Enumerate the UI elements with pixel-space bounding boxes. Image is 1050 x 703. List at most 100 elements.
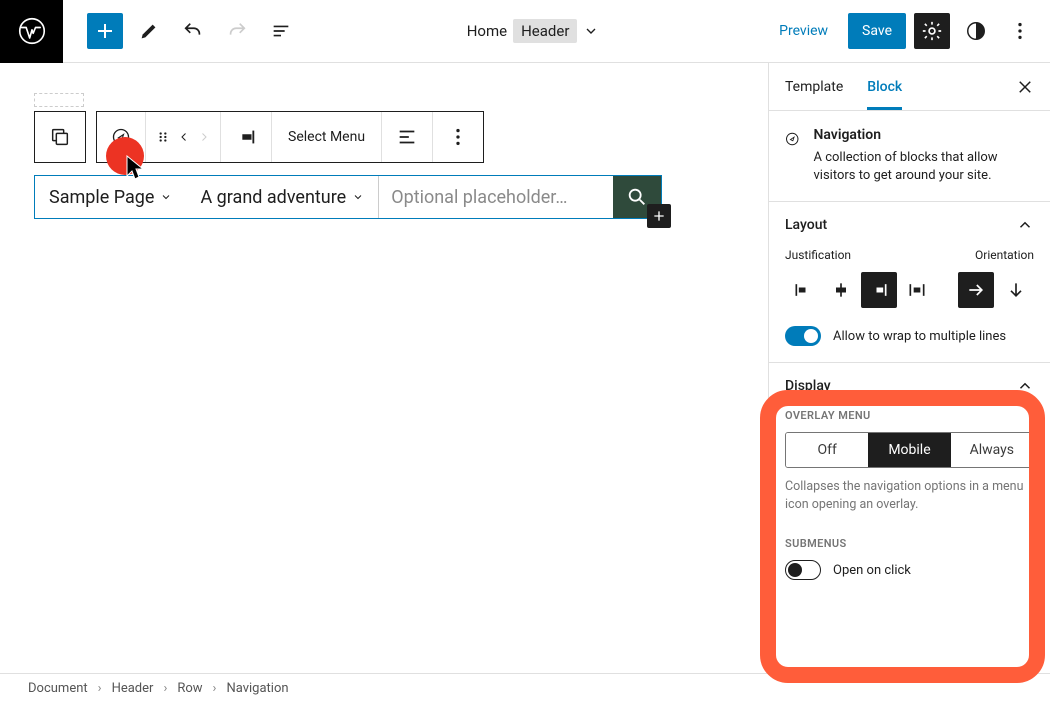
justification-label: Justification bbox=[785, 248, 851, 262]
open-on-click-toggle[interactable] bbox=[785, 560, 821, 580]
save-button[interactable]: Save bbox=[848, 13, 906, 49]
nav-search-button[interactable] bbox=[613, 176, 661, 218]
chevron-down-icon bbox=[352, 191, 364, 203]
styles-button[interactable] bbox=[958, 13, 994, 49]
add-nav-item-button[interactable] bbox=[647, 204, 671, 228]
panel-display-header[interactable]: Display bbox=[769, 363, 1050, 409]
open-on-click-label: Open on click bbox=[833, 563, 911, 578]
cursor-icon bbox=[126, 155, 146, 181]
add-block-button[interactable] bbox=[87, 13, 123, 49]
justify-space-button[interactable] bbox=[899, 272, 935, 308]
nav-item-label: A grand adventure bbox=[200, 187, 346, 208]
settings-button[interactable] bbox=[914, 13, 950, 49]
crumb-row[interactable]: Row bbox=[177, 681, 202, 696]
doc-title-home: Home bbox=[467, 22, 507, 40]
nav-item-label: Sample Page bbox=[49, 187, 154, 208]
chevron-up-icon bbox=[1016, 216, 1034, 234]
justify-icon bbox=[396, 126, 418, 148]
close-sidebar-button[interactable] bbox=[1016, 78, 1034, 96]
top-left-tools bbox=[63, 13, 299, 49]
block-mover[interactable] bbox=[146, 112, 221, 162]
orientation-vertical-button[interactable] bbox=[998, 272, 1034, 308]
tab-block[interactable]: Block bbox=[867, 63, 902, 110]
edit-mode-button[interactable] bbox=[131, 13, 167, 49]
navigation-block[interactable]: Sample Page A grand adventure Optional p… bbox=[34, 175, 662, 219]
select-menu-label: Select Menu bbox=[288, 129, 365, 145]
align-button[interactable] bbox=[221, 112, 272, 162]
panel-layout: Layout Justification Orientation bbox=[769, 201, 1050, 362]
select-menu-button[interactable]: Select Menu bbox=[272, 112, 382, 162]
undo-icon bbox=[182, 20, 204, 42]
top-right-tools: Preview Save bbox=[767, 13, 1050, 49]
wp-logo[interactable] bbox=[0, 0, 63, 63]
overlay-off-button[interactable]: Off bbox=[786, 433, 868, 467]
panel-display: Display OVERLAY MENU Off Mobile Always C… bbox=[769, 362, 1050, 596]
nav-search-input[interactable]: Optional placeholder… bbox=[378, 176, 613, 218]
crumb-document[interactable]: Document bbox=[28, 681, 88, 696]
compass-icon bbox=[785, 127, 799, 151]
doc-title-area: Header bbox=[513, 19, 577, 43]
overlay-menu-control: Off Mobile Always bbox=[785, 432, 1034, 468]
top-bar: Home Header Preview Save bbox=[0, 0, 1050, 63]
justify-center-button[interactable] bbox=[823, 272, 859, 308]
justify-left-icon bbox=[793, 280, 813, 300]
overlay-mobile-button[interactable]: Mobile bbox=[868, 433, 950, 467]
justify-space-icon bbox=[907, 280, 927, 300]
redo-icon bbox=[226, 20, 248, 42]
chevron-up-icon bbox=[1016, 377, 1034, 395]
orientation-label: Orientation bbox=[975, 248, 1034, 262]
justify-left-button[interactable] bbox=[785, 272, 821, 308]
chevron-left-icon bbox=[178, 131, 190, 143]
nav-item-adventure[interactable]: A grand adventure bbox=[186, 176, 378, 218]
chevron-right-icon bbox=[198, 131, 210, 143]
crumb-navigation[interactable]: Navigation bbox=[226, 681, 288, 696]
contrast-icon bbox=[965, 20, 987, 42]
overlay-always-button[interactable]: Always bbox=[951, 433, 1033, 467]
panel-layout-header[interactable]: Layout bbox=[769, 202, 1050, 248]
block-desc: A collection of blocks that allow visito… bbox=[813, 149, 1034, 185]
block-options-button[interactable] bbox=[433, 112, 483, 162]
overlay-help-text: Collapses the navigation options in a me… bbox=[785, 478, 1034, 513]
copy-icon bbox=[49, 126, 71, 148]
panel-title: Display bbox=[785, 378, 831, 394]
submenus-label: SUBMENUS bbox=[785, 537, 1034, 550]
plus-icon bbox=[93, 19, 117, 43]
breadcrumb: Document› Header› Row› Navigation bbox=[0, 673, 1050, 703]
align-right-icon bbox=[235, 126, 257, 148]
close-icon bbox=[1016, 78, 1034, 96]
justify-center-icon bbox=[831, 280, 851, 300]
chevron-down-icon bbox=[583, 23, 599, 39]
sidebar-tabs: Template Block bbox=[769, 63, 1050, 111]
plus-icon bbox=[651, 208, 667, 224]
wordpress-icon bbox=[18, 17, 46, 45]
parent-block-button[interactable] bbox=[35, 112, 85, 162]
gear-icon bbox=[921, 20, 943, 42]
settings-sidebar: Template Block Navigation A collection o… bbox=[768, 63, 1050, 673]
undo-button[interactable] bbox=[175, 13, 211, 49]
list-view-button[interactable] bbox=[263, 13, 299, 49]
nav-item-sample-page[interactable]: Sample Page bbox=[35, 176, 186, 218]
crumb-header[interactable]: Header bbox=[112, 681, 154, 696]
arrow-down-icon bbox=[1006, 280, 1026, 300]
block-title: Navigation bbox=[813, 127, 1034, 143]
list-view-icon bbox=[270, 20, 292, 42]
wrap-toggle[interactable] bbox=[785, 326, 821, 346]
chevron-down-icon bbox=[160, 191, 172, 203]
tab-template[interactable]: Template bbox=[785, 63, 843, 110]
panel-title: Layout bbox=[785, 217, 827, 233]
justify-button[interactable] bbox=[382, 112, 433, 162]
preview-button[interactable]: Preview bbox=[767, 23, 840, 39]
block-description: Navigation A collection of blocks that a… bbox=[769, 111, 1050, 201]
redo-button[interactable] bbox=[219, 13, 255, 49]
editor-canvas[interactable]: Select Menu Sample Page A grand adventur… bbox=[0, 63, 768, 673]
justify-right-icon bbox=[869, 280, 889, 300]
more-menu-button[interactable] bbox=[1002, 13, 1038, 49]
justify-right-button[interactable] bbox=[861, 272, 897, 308]
kebab-icon bbox=[447, 126, 469, 148]
document-title[interactable]: Home Header bbox=[299, 19, 767, 43]
pencil-icon bbox=[138, 20, 160, 42]
search-placeholder: Optional placeholder… bbox=[391, 187, 567, 208]
orientation-horizontal-button[interactable] bbox=[958, 272, 994, 308]
search-icon bbox=[626, 186, 648, 208]
arrow-right-icon bbox=[966, 280, 986, 300]
